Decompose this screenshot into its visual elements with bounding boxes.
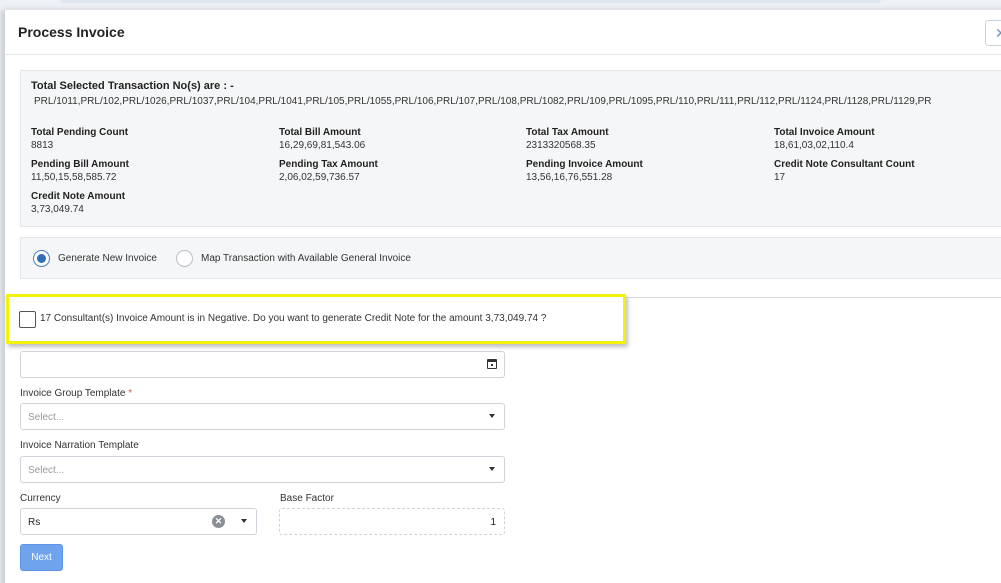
close-button[interactable]: ✕ xyxy=(985,20,1001,46)
base-factor-input[interactable]: 1 xyxy=(279,508,505,535)
modal-header: Process Invoice ✕ xyxy=(5,10,1001,55)
background-bar xyxy=(60,0,881,3)
credit-note-confirmation: 17 Consultant(s) Invoice Amount is in Ne… xyxy=(6,294,626,344)
stat-pending-bill-amount: Pending Bill Amount 11,50,15,58,585.72 xyxy=(31,159,129,183)
invoice-narration-template-placeholder: Select... xyxy=(28,465,65,476)
radio-map-transaction[interactable] xyxy=(176,250,193,267)
calendar-icon[interactable] xyxy=(487,359,497,369)
chevron-down-icon[interactable] xyxy=(241,519,247,523)
clear-icon[interactable]: ✕ xyxy=(212,515,225,528)
chevron-down-icon[interactable] xyxy=(489,414,495,418)
selected-transactions-list: PRL/1011,PRL/102,PRL/1026,PRL/1037,PRL/1… xyxy=(34,96,932,107)
stat-total-bill-amount: Total Bill Amount 16,29,69,81,543.06 xyxy=(279,127,366,151)
credit-note-text[interactable]: 17 Consultant(s) Invoice Amount is in Ne… xyxy=(40,313,546,324)
base-factor-label: Base Factor xyxy=(280,493,334,504)
transaction-summary-panel: Total Selected Transaction No(s) are : -… xyxy=(20,70,1001,227)
next-button[interactable]: Next xyxy=(20,544,63,571)
stat-pending-invoice-amount: Pending Invoice Amount 13,56,16,76,551.28 xyxy=(526,159,643,183)
stat-pending-tax-amount: Pending Tax Amount 2,06,02,59,736.57 xyxy=(279,159,378,183)
invoice-date-input[interactable] xyxy=(20,351,505,378)
credit-note-checkbox[interactable] xyxy=(19,311,36,328)
currency-select[interactable]: Rs ✕ xyxy=(20,508,257,535)
invoice-group-template-label: Invoice Group Template * xyxy=(20,388,133,399)
selected-transactions-label: Total Selected Transaction No(s) are : - xyxy=(31,80,234,92)
invoice-mode-panel: Generate New Invoice Map Transaction wit… xyxy=(20,237,1001,279)
invoice-narration-template-select[interactable]: Select... xyxy=(20,456,505,483)
stat-total-tax-amount: Total Tax Amount 2313320568.35 xyxy=(526,127,609,151)
currency-label: Currency xyxy=(20,493,61,504)
invoice-narration-template-label: Invoice Narration Template xyxy=(20,440,139,451)
invoice-group-template-placeholder: Select... xyxy=(28,412,65,423)
radio-map-transaction-label[interactable]: Map Transaction with Available General I… xyxy=(201,253,411,264)
radio-generate-new-invoice[interactable] xyxy=(33,250,50,267)
stat-credit-note-consultant-count: Credit Note Consultant Count 17 xyxy=(774,159,915,183)
chevron-down-icon[interactable] xyxy=(489,467,495,471)
invoice-group-template-select[interactable]: Select... xyxy=(20,403,505,430)
stat-total-pending-count: Total Pending Count 8813 xyxy=(31,127,129,151)
stat-credit-note-amount: Credit Note Amount 3,73,049.74 xyxy=(31,191,126,215)
close-icon: ✕ xyxy=(995,25,1001,41)
radio-generate-new-invoice-label[interactable]: Generate New Invoice xyxy=(58,253,157,264)
currency-value: Rs xyxy=(28,517,41,528)
base-factor-value: 1 xyxy=(490,517,496,528)
stat-total-invoice-amount: Total Invoice Amount 18,61,03,02,110.4 xyxy=(774,127,875,151)
page-background-strip xyxy=(0,0,1001,10)
modal-title: Process Invoice xyxy=(18,24,125,40)
